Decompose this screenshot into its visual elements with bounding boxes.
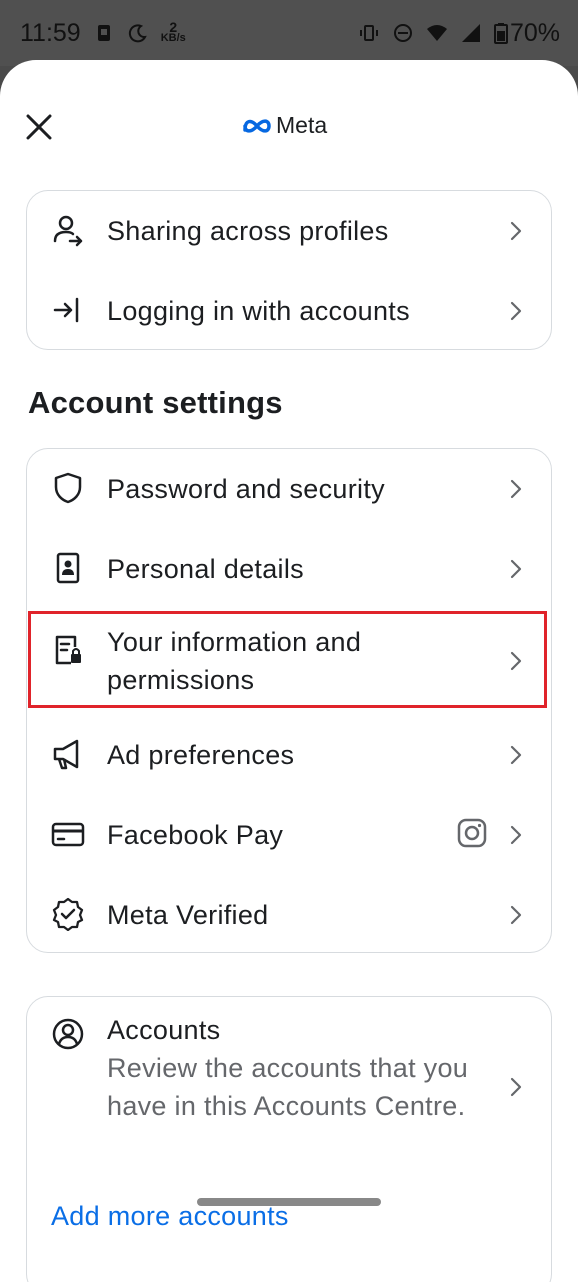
accounts-row[interactable]: Accounts Review the accounts that you ha… (27, 997, 551, 1177)
wifi-icon (426, 22, 448, 44)
ad-preferences-label: Ad preferences (107, 740, 295, 770)
home-indicator[interactable] (197, 1198, 381, 1206)
account-settings-title: Account settings (28, 385, 283, 420)
accounts-card: Accounts Review the accounts that you ha… (26, 996, 552, 1282)
instagram-icon (457, 818, 487, 848)
chevron-right-icon (509, 301, 523, 321)
verified-badge-icon (51, 897, 85, 931)
do-not-disturb-icon (392, 22, 414, 44)
status-right: 70% (358, 19, 560, 48)
meta-logo-text: Meta (276, 112, 328, 138)
status-left: 11:59 2 KB/s (20, 19, 186, 48)
password-and-security-label: Password and security (107, 474, 385, 504)
sharing-across-profiles-label: Sharing across profiles (107, 216, 389, 246)
night-mode-icon (127, 22, 149, 44)
chevron-right-icon (509, 1077, 523, 1097)
personal-details-row[interactable]: Personal details (27, 529, 551, 609)
id-card-icon (51, 551, 85, 585)
accounts-description: Review the accounts that you have in thi… (107, 1053, 469, 1121)
document-lock-icon (51, 633, 85, 667)
your-information-and-permissions-row[interactable]: Your information and permissions (27, 609, 551, 713)
close-icon (26, 114, 52, 140)
chevron-right-icon (509, 479, 523, 499)
accounts-title: Accounts (107, 1015, 221, 1045)
chevron-right-icon (509, 559, 523, 579)
shield-icon (51, 471, 85, 505)
logging-in-with-accounts-row[interactable]: Logging in with accounts (27, 271, 551, 351)
header: Meta (0, 60, 578, 188)
battery-indicator: 70% (493, 18, 560, 48)
meta-verified-row[interactable]: Meta Verified (27, 875, 551, 955)
chevron-right-icon (509, 825, 523, 845)
sim-card-icon (93, 22, 115, 44)
meta-infinity-icon (243, 118, 271, 133)
credit-card-icon (51, 817, 85, 851)
meta-logo: Meta (242, 112, 327, 139)
account-circle-icon (51, 1017, 85, 1051)
personal-details-label: Personal details (107, 554, 304, 584)
facebook-pay-label: Facebook Pay (107, 820, 284, 850)
login-arrow-icon (51, 293, 85, 327)
chevron-right-icon (509, 745, 523, 765)
close-button[interactable] (22, 110, 56, 144)
chevron-right-icon (509, 651, 523, 671)
megaphone-icon (51, 737, 85, 771)
accounts-centre-sheet: Meta Sharing across profiles Logging in … (0, 60, 578, 1282)
chevron-right-icon (509, 905, 523, 925)
your-information-label-line2: permissions (107, 665, 255, 695)
meta-verified-label: Meta Verified (107, 900, 269, 930)
network-speed: 2 KB/s (160, 20, 186, 44)
network-speed-unit: KB/s (160, 32, 186, 44)
chevron-right-icon (509, 221, 523, 241)
battery-percent: 70% (509, 18, 560, 47)
battery-icon (493, 22, 508, 44)
person-share-icon (51, 213, 85, 247)
account-settings-card: Password and security Personal details Y… (26, 448, 552, 953)
sharing-across-profiles-row[interactable]: Sharing across profiles (27, 191, 551, 271)
profiles-card: Sharing across profiles Logging in with … (26, 190, 552, 350)
password-and-security-row[interactable]: Password and security (27, 449, 551, 529)
status-bar: 11:59 2 KB/s 70% (0, 0, 578, 66)
logging-in-with-accounts-label: Logging in with accounts (107, 296, 410, 326)
signal-icon (460, 22, 482, 44)
your-information-and-permissions-label: Your information and permissions (107, 623, 361, 699)
vibrate-icon (358, 22, 380, 44)
status-time: 11:59 (20, 18, 81, 47)
ad-preferences-row[interactable]: Ad preferences (27, 715, 551, 795)
facebook-pay-row[interactable]: Facebook Pay (27, 795, 551, 875)
your-information-label-line1: Your information and (107, 627, 362, 657)
